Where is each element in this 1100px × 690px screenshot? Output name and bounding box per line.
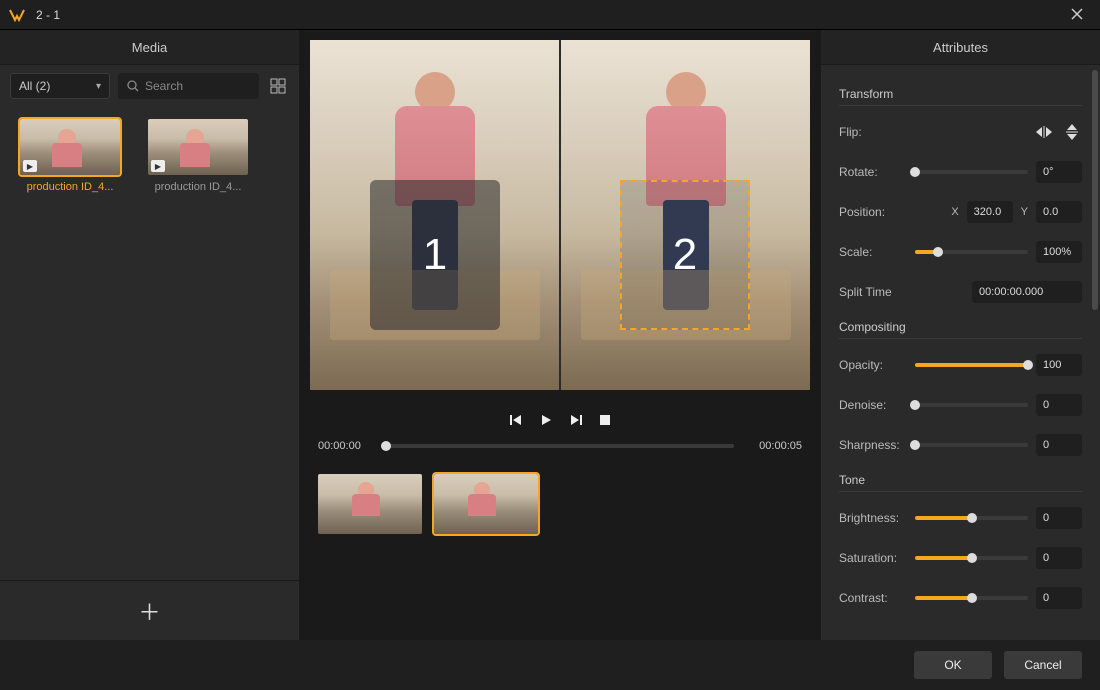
close-button[interactable] [1062, 7, 1092, 23]
app-logo-icon [8, 6, 26, 24]
cancel-button[interactable]: Cancel [1004, 651, 1082, 679]
sharpness-label: Sharpness: [839, 438, 907, 452]
preview-panel: 1 2 00:00:00 00:00:05 [300, 30, 820, 640]
next-frame-button[interactable] [569, 413, 583, 427]
flip-horizontal-button[interactable] [1034, 122, 1054, 142]
media-panel-title: Media [0, 30, 299, 65]
rotate-value[interactable]: 0° [1036, 161, 1082, 183]
attributes-panel-title: Attributes [821, 30, 1100, 65]
thumbnail-image: ▶ [20, 119, 120, 175]
contrast-value[interactable]: 0 [1036, 587, 1082, 609]
media-thumbnail[interactable]: ▶ production ID_4... [16, 119, 124, 193]
play-badge-icon: ▶ [23, 160, 37, 172]
media-thumbnail[interactable]: ▶ production ID_4... [144, 119, 252, 193]
section-transform: Transform [839, 83, 1082, 106]
timeline-clip[interactable] [434, 474, 538, 534]
preview-canvas[interactable]: 1 2 [310, 40, 810, 390]
flip-label: Flip: [839, 125, 907, 139]
denoise-label: Denoise: [839, 398, 907, 412]
split-time-label: Split Time [839, 285, 911, 299]
scale-slider[interactable] [915, 250, 1028, 254]
add-media-button[interactable]: ＋ [0, 580, 299, 640]
title-bar: 2 - 1 [0, 0, 1100, 30]
media-filter-dropdown[interactable]: All (2) ▾ [10, 73, 110, 99]
timeline-clip[interactable] [318, 474, 422, 534]
play-button[interactable] [539, 413, 553, 427]
denoise-slider[interactable] [915, 403, 1028, 407]
saturation-value[interactable]: 0 [1036, 547, 1082, 569]
flip-vertical-button[interactable] [1062, 122, 1082, 142]
time-total: 00:00:05 [744, 440, 802, 452]
play-badge-icon: ▶ [151, 160, 165, 172]
scrubber-track[interactable] [386, 444, 734, 448]
plus-icon: ＋ [138, 595, 160, 627]
sharpness-value[interactable]: 0 [1036, 434, 1082, 456]
section-compositing: Compositing [839, 316, 1082, 339]
rotate-slider[interactable] [915, 170, 1028, 174]
section-tone: Tone [839, 469, 1082, 492]
grid-view-icon[interactable] [267, 75, 289, 97]
chevron-down-icon: ▾ [96, 81, 101, 92]
thumbnail-name: production ID_4... [16, 181, 124, 193]
thumbnail-image: ▶ [148, 119, 248, 175]
scale-label: Scale: [839, 245, 907, 259]
search-input[interactable]: Search [118, 73, 259, 99]
contrast-label: Contrast: [839, 591, 907, 605]
position-label: Position: [839, 205, 907, 219]
region-marker-2[interactable]: 2 [620, 180, 750, 330]
denoise-value[interactable]: 0 [1036, 394, 1082, 416]
brightness-label: Brightness: [839, 511, 907, 525]
time-current: 00:00:00 [318, 440, 376, 452]
scale-value[interactable]: 100% [1036, 241, 1082, 263]
scrollbar[interactable] [1092, 70, 1098, 310]
thumbnail-name: production ID_4... [144, 181, 252, 193]
prev-frame-button[interactable] [509, 413, 523, 427]
search-placeholder: Search [145, 79, 183, 93]
opacity-label: Opacity: [839, 358, 907, 372]
y-label: Y [1021, 206, 1028, 218]
contrast-slider[interactable] [915, 596, 1028, 600]
ok-button[interactable]: OK [914, 651, 992, 679]
search-icon [127, 80, 139, 92]
saturation-label: Saturation: [839, 551, 907, 565]
brightness-slider[interactable] [915, 516, 1028, 520]
rotate-label: Rotate: [839, 165, 907, 179]
position-y-value[interactable]: 0.0 [1036, 201, 1082, 223]
opacity-value[interactable]: 100 [1036, 354, 1082, 376]
stop-button[interactable] [599, 414, 611, 426]
window-title: 2 - 1 [36, 8, 1062, 22]
brightness-value[interactable]: 0 [1036, 507, 1082, 529]
transport-controls [300, 400, 820, 440]
split-time-value[interactable]: 00:00:00.000 [972, 281, 1082, 303]
media-filter-label: All (2) [19, 79, 50, 93]
position-x-value[interactable]: 320.0 [967, 201, 1013, 223]
dialog-footer: OK Cancel [0, 640, 1100, 690]
saturation-slider[interactable] [915, 556, 1028, 560]
attributes-panel: Attributes Transform Flip: Rotate: 0° P [820, 30, 1100, 640]
opacity-slider[interactable] [915, 363, 1028, 367]
region-marker-1[interactable]: 1 [370, 180, 500, 330]
scrubber-knob[interactable] [381, 441, 391, 451]
x-label: X [951, 206, 958, 218]
media-panel: Media All (2) ▾ Search ▶ production ID_4… [0, 30, 300, 640]
sharpness-slider[interactable] [915, 443, 1028, 447]
